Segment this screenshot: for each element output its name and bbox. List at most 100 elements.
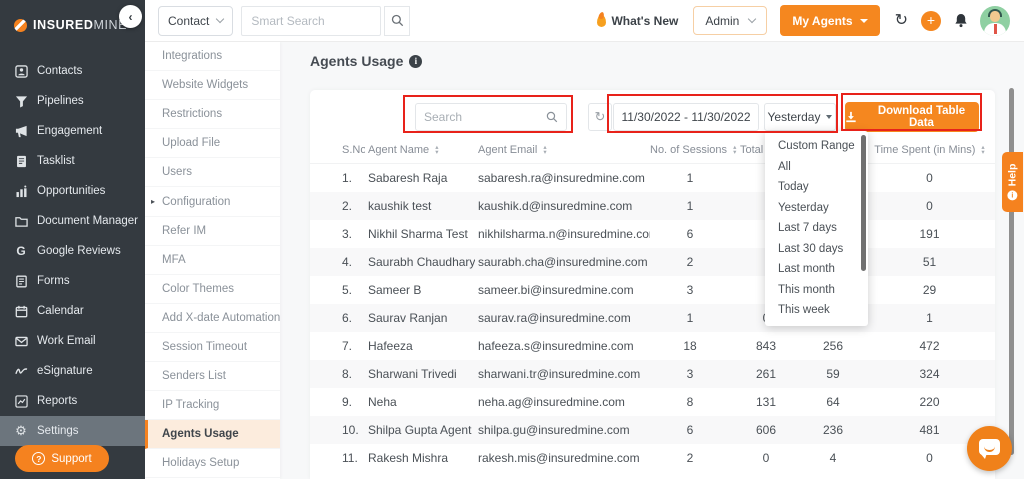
table-row: 7. Hafeeza hafeeza.s@insuredmine.com 18 843 2…	[310, 332, 995, 360]
cell-sno: 7.	[342, 339, 353, 353]
sidebar-item-calendar[interactable]: Calendar	[0, 296, 145, 326]
subsidebar-item-agents-usage[interactable]: Agents Usage	[145, 420, 280, 450]
subsidebar-item-color-themes[interactable]: Color Themes	[145, 275, 280, 304]
question-icon: ?	[32, 452, 46, 465]
sidebar-item-reports[interactable]: Reports	[0, 386, 145, 416]
period-option-today[interactable]: Today	[765, 177, 868, 198]
cell-col5: 236	[822, 423, 844, 437]
period-option-yesterday[interactable]: Yesterday	[765, 198, 868, 219]
cell-sno: 4.	[342, 255, 353, 269]
whats-new-link[interactable]: What's New	[597, 14, 678, 28]
sidebar-collapse-button[interactable]: ‹	[119, 5, 142, 28]
cell-email: saurabh.cha@insuredmine.com	[478, 255, 648, 269]
date-range-input[interactable]: 11/30/2022 - 11/30/2022	[613, 103, 759, 131]
chat-widget-button[interactable]	[967, 426, 1012, 471]
period-option-last-30-days[interactable]: Last 30 days	[765, 239, 868, 260]
settings-icon: ⚙	[15, 423, 27, 438]
period-option-all[interactable]: All	[765, 157, 868, 178]
period-option-custom-range[interactable]: Custom Range	[765, 136, 868, 157]
column-header-no-of-sessions[interactable]: No. of Sessions ▴ ▾	[650, 144, 736, 156]
sidebar-item-settings[interactable]: ⚙ Settings	[0, 416, 145, 446]
subsidebar-item-add-x-date-automation[interactable]: Add X-date Automation	[145, 304, 280, 333]
period-option-this-month[interactable]: This month	[765, 280, 868, 301]
cell-sessions: 1	[686, 171, 694, 185]
sidebar-item-tasklist[interactable]: Tasklist	[0, 146, 145, 176]
user-avatar[interactable]	[980, 5, 1010, 36]
period-option-last-month[interactable]: Last month	[765, 259, 868, 280]
cell-total_a: 0	[762, 451, 770, 465]
cell-col5: 4	[829, 451, 837, 465]
info-icon[interactable]: i	[409, 54, 423, 68]
sidebar-item-opportunities[interactable]: Opportunities	[0, 176, 145, 206]
column-header-s-no-: S.No.	[342, 143, 365, 156]
table-row: 9. Neha neha.ag@insuredmine.com 8 131 64 220	[310, 388, 995, 416]
subsidebar-item-session-timeout[interactable]: Session Timeout	[145, 333, 280, 363]
agents-usage-card: Search ↻ 11/30/2022 - 11/30/2022 Yesterd…	[310, 90, 995, 479]
chevron-down-icon	[216, 14, 225, 24]
period-option-last-7-days[interactable]: Last 7 days	[765, 218, 868, 239]
help-tab[interactable]: i Help	[1002, 152, 1023, 212]
my-agents-label: My Agents	[792, 13, 853, 28]
admin-role-select[interactable]: Admin	[693, 6, 768, 35]
subsidebar-item-website-widgets[interactable]: Website Widgets	[145, 71, 280, 101]
period-option-this-week[interactable]: This week	[765, 300, 868, 321]
add-button[interactable]: +	[921, 10, 941, 31]
cell-sessions: 8	[686, 395, 694, 409]
subsidebar-item-upload-file[interactable]: Upload File	[145, 129, 280, 159]
notifications-bell-icon[interactable]	[954, 13, 968, 28]
cell-name: kaushik test	[368, 199, 432, 213]
subsidebar-item-refer-im[interactable]: Refer IM	[145, 217, 280, 246]
sidebar-item-label: Settings	[37, 425, 79, 437]
period-select-button[interactable]: Yesterday	[764, 103, 836, 131]
refresh-icon[interactable]: ↻	[895, 12, 908, 29]
table-refresh-button[interactable]: ↻	[588, 103, 612, 131]
smart-search-input[interactable]	[241, 5, 382, 36]
sidebar-item-pipelines[interactable]: Pipelines	[0, 86, 145, 116]
sidebar-item-google-reviews[interactable]: G Google Reviews	[0, 236, 145, 266]
download-table-data-button[interactable]: Download Table Data	[845, 102, 979, 132]
subsidebar-item-mfa[interactable]: MFA	[145, 246, 280, 275]
cell-email: rakesh.mis@insuredmine.com	[478, 451, 640, 465]
support-button[interactable]: ? Support	[15, 445, 109, 472]
sidebar-item-contacts[interactable]: Contacts	[0, 56, 145, 86]
contact-type-select[interactable]: Contact	[158, 5, 234, 36]
subsidebar-item-label: Agents Usage	[162, 428, 239, 441]
page-scrollbar[interactable]	[1009, 88, 1014, 455]
subsidebar-item-label: Add X-date Automation	[162, 311, 281, 324]
cell-time_spent: 29	[922, 283, 937, 297]
cell-sessions: 6	[686, 227, 694, 241]
dropdown-scrollbar[interactable]	[861, 135, 866, 271]
subsidebar-item-restrictions[interactable]: Restrictions	[145, 100, 280, 130]
sort-icon[interactable]: ▴ ▾	[543, 144, 546, 156]
cell-sno: 2.	[342, 199, 353, 213]
cell-sessions: 3	[686, 283, 694, 297]
column-header-agent-email[interactable]: Agent Email ▴ ▾	[475, 144, 650, 156]
search-icon	[391, 14, 404, 27]
subsidebar-item-users[interactable]: Users	[145, 158, 280, 188]
column-header-time-spent-in-mins-[interactable]: Time Spent (in Mins) ▴ ▾	[864, 144, 995, 156]
topbar: Contact What's New Admin My Agents ↻ +	[145, 0, 1024, 42]
sort-icon[interactable]: ▴ ▾	[981, 144, 984, 156]
column-header-agent-name[interactable]: Agent Name ▴ ▾	[365, 144, 475, 156]
sidebar-item-document-manager[interactable]: Document Manager	[0, 206, 145, 236]
sidebar-item-forms[interactable]: Forms	[0, 266, 145, 296]
subsidebar-item-holidays-setup[interactable]: Holidays Setup	[145, 449, 280, 479]
my-agents-button[interactable]: My Agents	[780, 5, 880, 36]
period-selected-label: Yesterday	[767, 110, 821, 124]
sidebar-item-work-email[interactable]: Work Email	[0, 326, 145, 356]
table-search-input[interactable]: Search	[415, 103, 567, 131]
cell-sno: 10.	[342, 423, 359, 437]
sidebar-item-esignature[interactable]: eSignature	[0, 356, 145, 386]
cell-sessions: 2	[686, 451, 694, 465]
search-button[interactable]	[384, 5, 411, 36]
sidebar-item-engagement[interactable]: Engagement	[0, 116, 145, 146]
subsidebar-item-ip-tracking[interactable]: IP Tracking	[145, 391, 280, 421]
subsidebar-item-integrations[interactable]: Integrations	[145, 42, 280, 72]
table-row: 4. Saurabh Chaudhary saurabh.cha@insuredmi…	[310, 248, 995, 276]
subsidebar-item-configuration[interactable]: ▸ Configuration	[145, 187, 280, 217]
subsidebar-item-senders-list[interactable]: Senders List	[145, 362, 280, 392]
sort-icon[interactable]: ▴ ▾	[435, 144, 438, 156]
sidebar-item-label: Calendar	[37, 305, 84, 317]
cell-name: Sabaresh Raja	[368, 171, 448, 185]
table-body: 1. Sabaresh Raja sabaresh.ra@insuredmine.c…	[310, 164, 995, 472]
